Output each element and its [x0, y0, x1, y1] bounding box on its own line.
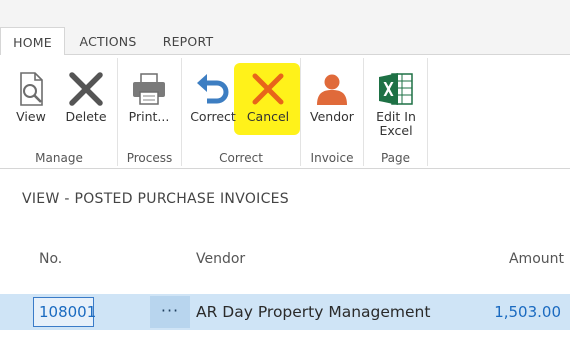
delete-button-label: Delete [65, 109, 107, 124]
column-header-vendor[interactable]: Vendor [196, 251, 245, 267]
table-row[interactable]: 108001 ··· AR Day Property Management 1,… [0, 294, 570, 330]
invoice-number-cell[interactable]: 108001 [33, 297, 96, 327]
cancel-button-label: Cancel [246, 109, 290, 124]
group-separator [363, 58, 364, 166]
group-separator [300, 58, 301, 166]
cancel-x-icon [252, 73, 284, 105]
group-label-manage: Manage [35, 151, 83, 165]
group-separator [181, 58, 182, 166]
tab-actions[interactable]: ACTIONS [70, 27, 146, 55]
cancel-button[interactable]: Cancel [240, 55, 296, 143]
print-button-label: Print... [128, 109, 170, 124]
edit-in-label-line2: Excel [379, 123, 413, 138]
group-separator [427, 58, 428, 166]
edit-in-label-line1: Edit In [376, 109, 416, 124]
group-label-invoice: Invoice [310, 151, 354, 165]
ribbon-tab-strip: HOME ACTIONS REPORT [0, 0, 570, 56]
tab-home[interactable]: HOME [0, 27, 65, 56]
view-document-icon [20, 72, 43, 106]
group-label-process: Process [126, 151, 173, 165]
printer-icon [133, 73, 165, 105]
view-button-label: View [16, 109, 46, 124]
vendor-button[interactable]: Vendor [304, 55, 360, 143]
group-separator [117, 58, 118, 166]
print-button[interactable]: Print... [121, 55, 177, 143]
column-header-no[interactable]: No. [39, 251, 62, 267]
vendor-button-label: Vendor [310, 109, 354, 124]
ribbon: View Delete Print... Correct Cancel Vend… [0, 55, 570, 169]
delete-x-icon [69, 72, 103, 106]
edit-in-excel-button[interactable]: Edit In Excel [367, 55, 425, 143]
tab-report[interactable]: REPORT [152, 27, 224, 55]
undo-arrow-icon [197, 74, 229, 104]
page-title: VIEW - POSTED PURCHASE INVOICES [22, 191, 289, 207]
group-label-correct: Correct [219, 151, 263, 165]
edit-in-excel-button-label: Edit In Excel [367, 110, 425, 138]
amount-cell[interactable]: 1,503.00 [494, 303, 561, 321]
vendor-name-cell: AR Day Property Management [196, 303, 431, 321]
column-header-amount[interactable]: Amount [509, 251, 564, 267]
person-icon [317, 74, 347, 105]
delete-button[interactable]: Delete [60, 55, 112, 143]
correct-button-label: Correct [190, 109, 236, 124]
group-label-page: Page [380, 151, 411, 165]
correct-button[interactable]: Correct [185, 55, 241, 143]
row-actions-button[interactable]: ··· [150, 296, 190, 328]
view-button[interactable]: View [4, 55, 58, 143]
excel-icon [379, 73, 413, 105]
